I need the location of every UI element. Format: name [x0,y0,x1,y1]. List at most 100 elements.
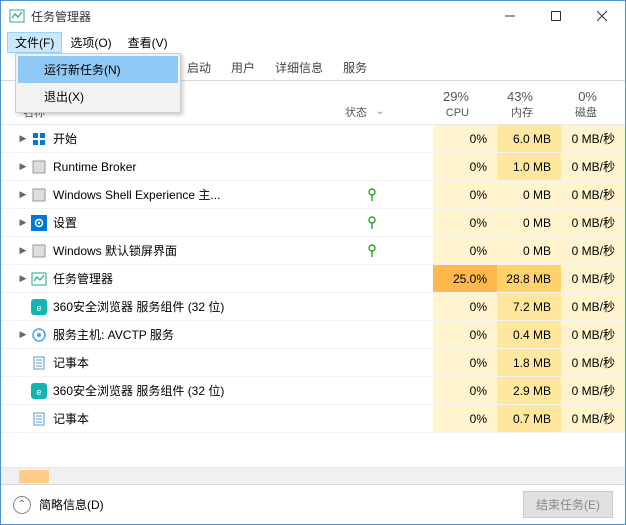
table-row[interactable]: 记事本0%1.8 MB0 MB/秒 [1,349,625,377]
expand-icon[interactable]: ▶ [17,133,29,144]
menu-run-new-task[interactable]: 运行新任务(N) [18,56,178,83]
process-name: 设置 [53,214,363,231]
table-row[interactable]: ▶ Windows Shell Experience 主... 0%0 MB0 MB… [1,181,625,209]
disk-cell: 0 MB/秒 [561,209,625,236]
disk-cell: 0 MB/秒 [561,349,625,376]
table-row[interactable]: ▶ Windows 默认锁屏界面 0%0 MB0 MB/秒 [1,237,625,265]
process-icon [31,355,47,371]
process-name: 服务主机: AVCTP 服务 [53,326,363,343]
disk-cell: 0 MB/秒 [561,153,625,180]
col-disk[interactable]: 0%磁盘 [543,89,607,124]
file-dropdown: 运行新任务(N) 退出(X) [15,53,181,113]
sort-indicator-icon: ⌄ [376,106,384,117]
menu-exit[interactable]: 退出(X) [18,83,178,110]
cpu-cell: 0% [433,181,497,208]
table-row[interactable]: ▶ Runtime Broker 0%1.0 MB0 MB/秒 [1,153,625,181]
process-icon [31,243,47,259]
table-row[interactable]: e360安全浏览器 服务组件 (32 位)0%7.2 MB0 MB/秒 [1,293,625,321]
col-memory[interactable]: 43%内存 [479,89,543,124]
disk-cell: 0 MB/秒 [561,293,625,320]
mem-cell: 6.0 MB [497,125,561,152]
mem-cell: 0 MB [497,181,561,208]
process-icon [31,327,47,343]
toggle-details[interactable]: 简略信息(D) [39,496,104,513]
process-name: Windows 默认锁屏界面 [53,242,363,259]
menu-file[interactable]: 文件(F) [7,32,62,53]
app-icon [9,8,25,24]
process-icon [31,411,47,427]
process-name: Runtime Broker [53,160,363,174]
maximize-button[interactable] [533,1,579,31]
cpu-cell: 0% [433,293,497,320]
table-row[interactable]: ▶服务主机: AVCTP 服务0%0.4 MB0 MB/秒 [1,321,625,349]
col-cpu[interactable]: 29%CPU [415,89,479,124]
expand-icon[interactable]: ▶ [17,245,29,256]
table-row[interactable]: ▶开始0%6.0 MB0 MB/秒 [1,125,625,153]
svg-text:e: e [36,387,41,397]
process-name: 360安全浏览器 服务组件 (32 位) [53,382,363,399]
disk-cell: 0 MB/秒 [561,405,625,432]
table-row[interactable]: ▶设置0%0 MB0 MB/秒 [1,209,625,237]
mem-cell: 0 MB [497,209,561,236]
disk-cell: 0 MB/秒 [561,377,625,404]
cpu-cell: 0% [433,349,497,376]
footer: ⌃ 简略信息(D) 结束任务(E) [1,484,625,524]
mem-cell: 0 MB [497,237,561,264]
task-manager-window: 任务管理器 文件(F) 选项(O) 查看(V) 运行新任务(N) 退出(X) 启… [0,0,626,525]
mem-cell: 0.7 MB [497,405,561,432]
process-icon [31,215,47,231]
cpu-cell: 25.0% [433,265,497,292]
leaf-icon [363,188,381,202]
table-body[interactable]: ▶开始0%6.0 MB0 MB/秒▶Runtime Broker0%1.0 MB… [1,125,625,467]
cpu-cell: 0% [433,125,497,152]
tab-startup[interactable]: 启动 [177,55,221,80]
process-icon: e [31,383,47,399]
mem-cell: 1.0 MB [497,153,561,180]
collapse-icon[interactable]: ⌃ [13,496,31,514]
process-name: 记事本 [53,410,363,427]
expand-icon[interactable]: ▶ [17,189,29,200]
process-name: Windows Shell Experience 主... [53,186,363,203]
table-row[interactable]: 记事本 0%0.7 MB0 MB/秒 [1,405,625,433]
tab-services[interactable]: 服务 [333,55,377,80]
cpu-cell: 0% [433,237,497,264]
expand-icon[interactable]: ▶ [17,329,29,340]
titlebar[interactable]: 任务管理器 [1,1,625,31]
disk-cell: 0 MB/秒 [561,125,625,152]
disk-cell: 0 MB/秒 [561,237,625,264]
process-name: 任务管理器 [53,270,363,287]
cpu-cell: 0% [433,153,497,180]
table-row[interactable]: ▶ 任务管理器 25.0%28.8 MB0 MB/秒 [1,265,625,293]
mem-cell: 28.8 MB [497,265,561,292]
minimize-button[interactable] [487,1,533,31]
tab-details[interactable]: 详细信息 [265,55,333,80]
svg-text:e: e [36,303,41,313]
process-table: 名称 ⌄ 状态 29%CPU 43%内存 0%磁盘 ▶开始0%6.0 MB0 M… [1,81,625,484]
expand-icon[interactable]: ▶ [17,273,29,284]
disk-cell: 0 MB/秒 [561,265,625,292]
close-button[interactable] [579,1,625,31]
table-row[interactable]: e 360安全浏览器 服务组件 (32 位) 0%2.9 MB0 MB/秒 [1,377,625,405]
leaf-icon [363,216,381,230]
process-icon [31,131,47,147]
mem-cell: 2.9 MB [497,377,561,404]
cpu-cell: 0% [433,377,497,404]
window-title: 任务管理器 [31,8,91,25]
menu-view[interactable]: 查看(V) [120,32,176,53]
disk-cell: 0 MB/秒 [561,181,625,208]
end-task-button[interactable]: 结束任务(E) [523,491,613,518]
process-name: 记事本 [53,354,363,371]
cpu-cell: 0% [433,321,497,348]
leaf-icon [363,244,381,258]
col-status[interactable]: ⌄ 状态 [345,104,415,124]
menu-options[interactable]: 选项(O) [62,32,119,53]
process-icon [31,271,47,287]
expand-icon[interactable]: ▶ [17,161,29,172]
process-icon [31,187,47,203]
disk-cell: 0 MB/秒 [561,321,625,348]
process-name: 360安全浏览器 服务组件 (32 位) [53,298,363,315]
tab-users[interactable]: 用户 [221,55,265,80]
cpu-cell: 0% [433,405,497,432]
expand-icon[interactable]: ▶ [17,217,29,228]
horizontal-scrollbar[interactable] [1,467,625,484]
